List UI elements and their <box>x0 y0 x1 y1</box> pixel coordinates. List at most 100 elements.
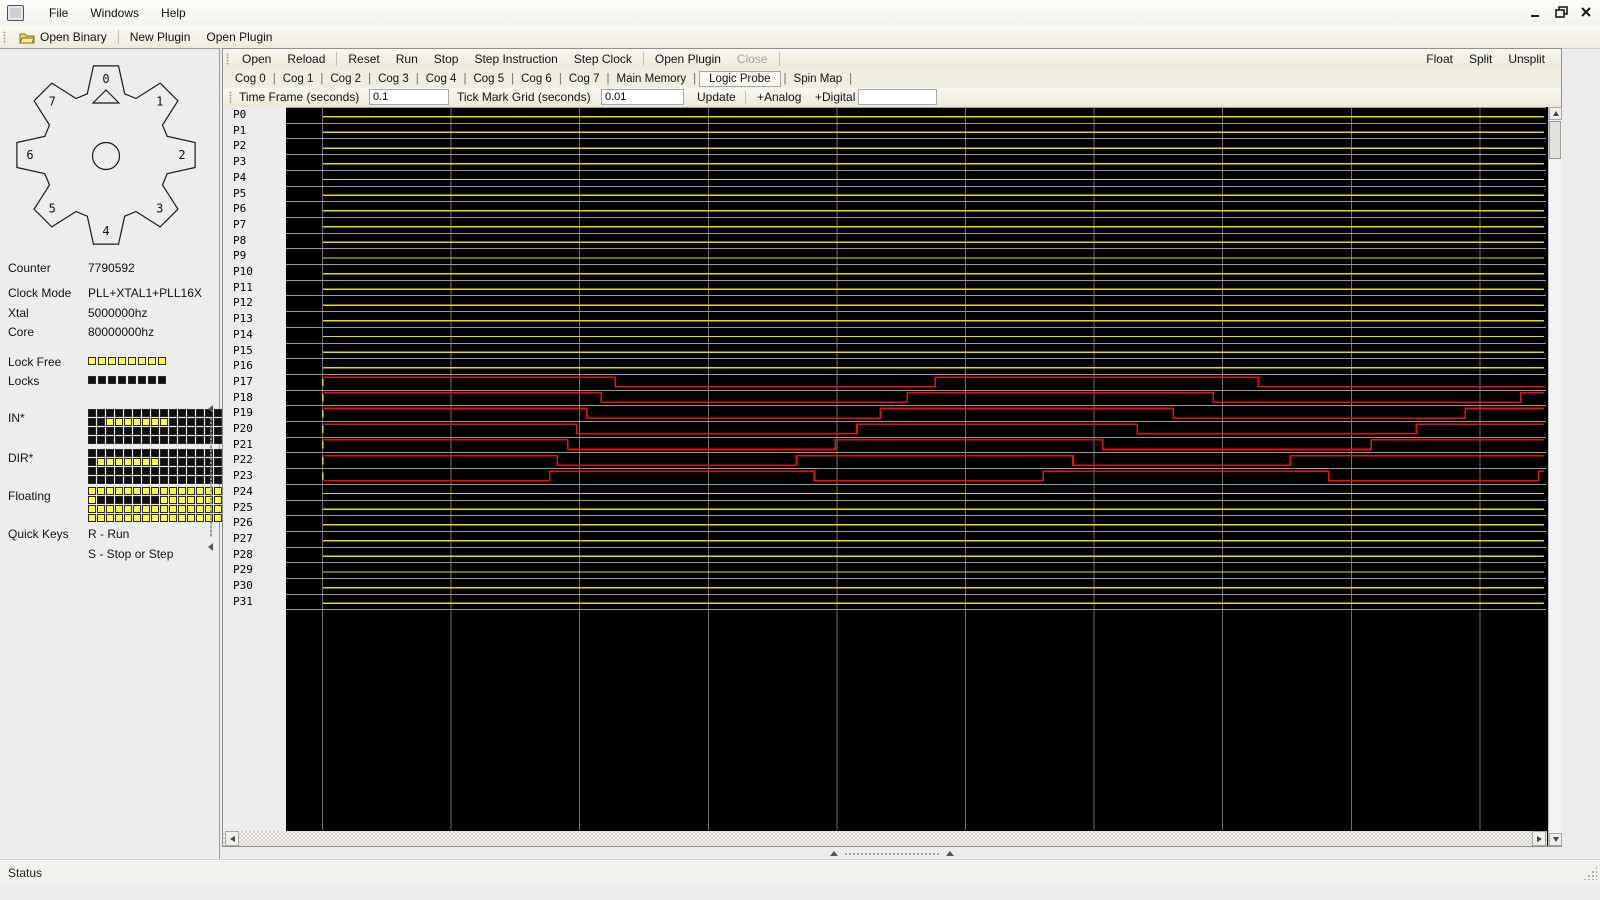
tick-grid-input[interactable] <box>601 89 684 105</box>
scroll-right-button[interactable] <box>1532 831 1546 846</box>
tab-cog-4[interactable]: Cog 4 <box>420 72 463 86</box>
split-button[interactable]: Split <box>1461 52 1500 66</box>
toolbar-separator <box>643 52 644 66</box>
led-on <box>108 357 116 365</box>
bit-on <box>187 514 195 522</box>
pin-label-p4: P4 <box>233 170 283 186</box>
reload-button[interactable]: Reload <box>279 52 333 66</box>
toolbar-separator <box>745 91 746 104</box>
pin-label-p18: P18 <box>233 390 283 406</box>
close-button[interactable] <box>1578 5 1594 19</box>
pin-label-p10: P10 <box>233 264 283 280</box>
tab-cog-7[interactable]: Cog 7 <box>563 72 606 86</box>
tab-spin-map[interactable]: Spin Map <box>788 72 849 86</box>
bit-off <box>115 476 123 484</box>
bit-off <box>214 427 222 435</box>
bit-off <box>196 458 204 466</box>
bit-off <box>133 467 141 475</box>
unsplit-button[interactable]: Unsplit <box>1500 52 1553 66</box>
tab-logic-probe[interactable]: Logic Probe <box>699 71 780 87</box>
core-value: 80000000hz <box>88 325 154 339</box>
scroll-down-button[interactable] <box>1549 833 1562 846</box>
bit-off <box>106 467 114 475</box>
menu-item-windows[interactable]: Windows <box>79 0 150 26</box>
dock-splitter-handle[interactable] <box>222 848 1562 858</box>
hub-panel: 01234567 Counter7790592Clock ModePLL+XTA… <box>0 48 220 861</box>
bit-off <box>115 409 123 417</box>
add-analog-button[interactable]: +Analog <box>749 90 809 104</box>
update-button[interactable]: Update <box>689 90 744 104</box>
time-frame-input[interactable] <box>369 89 449 105</box>
panel-splitter-handle[interactable] <box>207 405 215 551</box>
toolbar-grip[interactable] <box>226 53 229 66</box>
new-plugin-button[interactable]: New Plugin <box>122 30 199 44</box>
bit-off <box>169 449 177 457</box>
vertical-scrollbar[interactable] <box>1548 107 1562 846</box>
restore-button[interactable] <box>1553 5 1569 19</box>
bit-off <box>151 409 159 417</box>
menu-item-file[interactable]: File <box>38 0 79 26</box>
bit-off <box>169 467 177 475</box>
led-on <box>158 357 166 365</box>
open-plugin-button[interactable]: Open Plugin <box>647 52 729 66</box>
scroll-left-button[interactable] <box>225 831 239 846</box>
scroll-up-button[interactable] <box>1549 107 1562 120</box>
open-binary-button[interactable]: Open Binary <box>11 30 115 44</box>
bit-on <box>196 487 204 495</box>
tab-cog-3[interactable]: Cog 3 <box>372 72 415 86</box>
bit-on <box>97 505 105 513</box>
pin-label-p8: P8 <box>233 233 283 249</box>
bit-off <box>115 467 123 475</box>
bit-on <box>115 418 123 426</box>
bit-on <box>106 514 114 522</box>
tab-cog-0[interactable]: Cog 0 <box>229 72 272 86</box>
bit-off <box>178 449 186 457</box>
bit-off <box>178 418 186 426</box>
menu-item-help[interactable]: Help <box>150 0 197 26</box>
open-folder-icon <box>19 31 35 44</box>
bit-off <box>160 436 168 444</box>
led-off <box>138 376 146 384</box>
bit-off <box>214 418 222 426</box>
run-button[interactable]: Run <box>388 52 426 66</box>
add-digital-button[interactable]: +Digital <box>807 90 863 104</box>
tab-cog-5[interactable]: Cog 5 <box>467 72 510 86</box>
bit-off <box>160 467 168 475</box>
tab-cog-2[interactable]: Cog 2 <box>324 72 367 86</box>
float-button[interactable]: Float <box>1418 52 1461 66</box>
tab-main-memory[interactable]: Main Memory <box>611 72 693 86</box>
waveform-plot: P0P1P2P3P4P5P6P7P8P9P10P11P12P13P14P15P1… <box>223 107 1561 846</box>
step-clock-button[interactable]: Step Clock <box>566 52 640 66</box>
bit-off <box>160 449 168 457</box>
horizontal-scrollbar[interactable] <box>223 831 1547 846</box>
toolbar-grip[interactable] <box>3 31 6 44</box>
minimize-button[interactable] <box>1528 5 1544 19</box>
tab-cog-6[interactable]: Cog 6 <box>515 72 558 86</box>
pin-label-p13: P13 <box>233 311 283 327</box>
bit-on <box>88 505 96 513</box>
toolbar-grip[interactable] <box>229 91 232 104</box>
bit-off <box>214 458 222 466</box>
bit-on <box>115 487 123 495</box>
tab-cog-1[interactable]: Cog 1 <box>277 72 320 86</box>
probe-extra-input[interactable] <box>858 89 937 105</box>
open-plugin-button[interactable]: Open Plugin <box>198 30 280 44</box>
stop-button[interactable]: Stop <box>426 52 467 66</box>
reset-button[interactable]: Reset <box>340 52 387 66</box>
bit-off <box>97 436 105 444</box>
bit-off <box>124 436 132 444</box>
bit-off <box>88 409 96 417</box>
app-icon <box>7 5 24 21</box>
led-off <box>88 376 96 384</box>
bit-on <box>169 496 177 504</box>
pin-label-p22: P22 <box>233 452 283 468</box>
bit-off <box>133 427 141 435</box>
scrollbar-thumb[interactable] <box>1549 121 1561 159</box>
step-instruction-button[interactable]: Step Instruction <box>466 52 565 66</box>
open-button[interactable]: Open <box>234 52 279 66</box>
bit-off <box>151 467 159 475</box>
pin-label-p25: P25 <box>233 500 283 516</box>
bit-off <box>97 449 105 457</box>
pin-label-p28: P28 <box>233 547 283 563</box>
bit-off <box>214 476 222 484</box>
